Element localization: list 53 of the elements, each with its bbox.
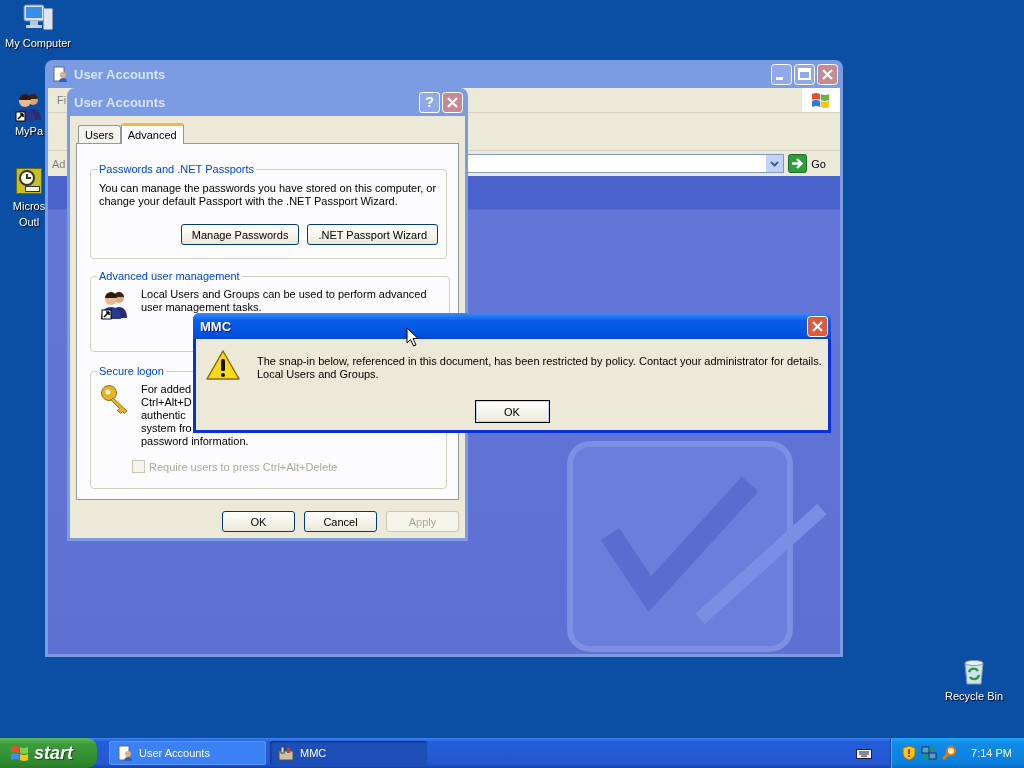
close-button[interactable] [817,63,838,85]
network-icon[interactable] [921,745,938,761]
go-button[interactable]: Go [784,154,840,173]
group-description: authentic [141,409,187,422]
close-button[interactable] [442,91,463,113]
group-action-button[interactable]: .NET Passport Wizard [307,224,438,245]
tab[interactable]: Users [78,125,121,143]
dialog-title: MMC [200,318,233,334]
icon-label: Recycle Bin [944,690,1004,703]
group-action-button[interactable]: Manage Passwords [180,224,300,245]
apply-button: Apply [386,511,459,532]
flag-logo-icon [9,744,29,762]
message-text: Local Users and Groups. [257,368,380,381]
group-title: Passwords and .NET Passports [98,163,256,175]
icon-label: MyPa [14,125,44,138]
close-button[interactable] [807,315,828,337]
clock-icon[interactable] [13,165,45,197]
group-description: password information. [141,435,249,448]
search-icon[interactable] [941,745,958,761]
group-description: For added [141,383,193,396]
icon-label: My Computer [5,37,71,50]
dialog-title: User Accounts [74,94,167,110]
icon-label: Outl [18,216,40,229]
cancel-button[interactable]: Cancel [304,511,377,532]
flag-logo-icon [810,90,832,110]
ok-button[interactable]: OK [474,400,550,423]
group-description: system fro [141,422,193,435]
address-field[interactable] [465,154,785,173]
checkbox-label: Require users to press Ctrl+Alt+Delete [149,460,338,473]
window-title: User Accounts [74,66,167,82]
document-icon [52,66,68,82]
taskbar-button[interactable]: User Accounts [109,741,266,765]
start-button[interactable]: start [0,738,97,768]
keyboard-icon[interactable] [856,747,873,759]
minimize-button[interactable] [771,63,792,85]
document-icon [117,745,133,761]
group-description: You can manage the passwords you have stored on this computer, or change your default Passport with the .NET Passport Wizard. [99,182,438,208]
taskbar-button[interactable]: MMC [270,741,427,765]
maximize-button[interactable] [794,63,815,85]
address-label: Ad [51,157,66,170]
clock-time: 7:14 PM [971,747,1012,759]
cursor-icon [406,327,419,347]
group-title: Advanced user management [98,270,241,282]
group-description: Local Users and Groups can be used to perform advanced user management tasks. [141,288,428,315]
shield-icon[interactable] [901,745,918,761]
ok-button[interactable]: OK [222,511,295,532]
toolbox-icon [278,745,294,761]
warning-icon [206,349,240,381]
group-description: Ctrl+Alt+D [141,396,193,409]
icon-label: Micros [12,200,46,213]
message-text: The snap-in below, referenced in this document, has been restricted by policy. Contact your administrator for details. [257,355,822,368]
tab[interactable]: Advanced [120,123,184,144]
group-title: Secure logon [98,365,165,377]
